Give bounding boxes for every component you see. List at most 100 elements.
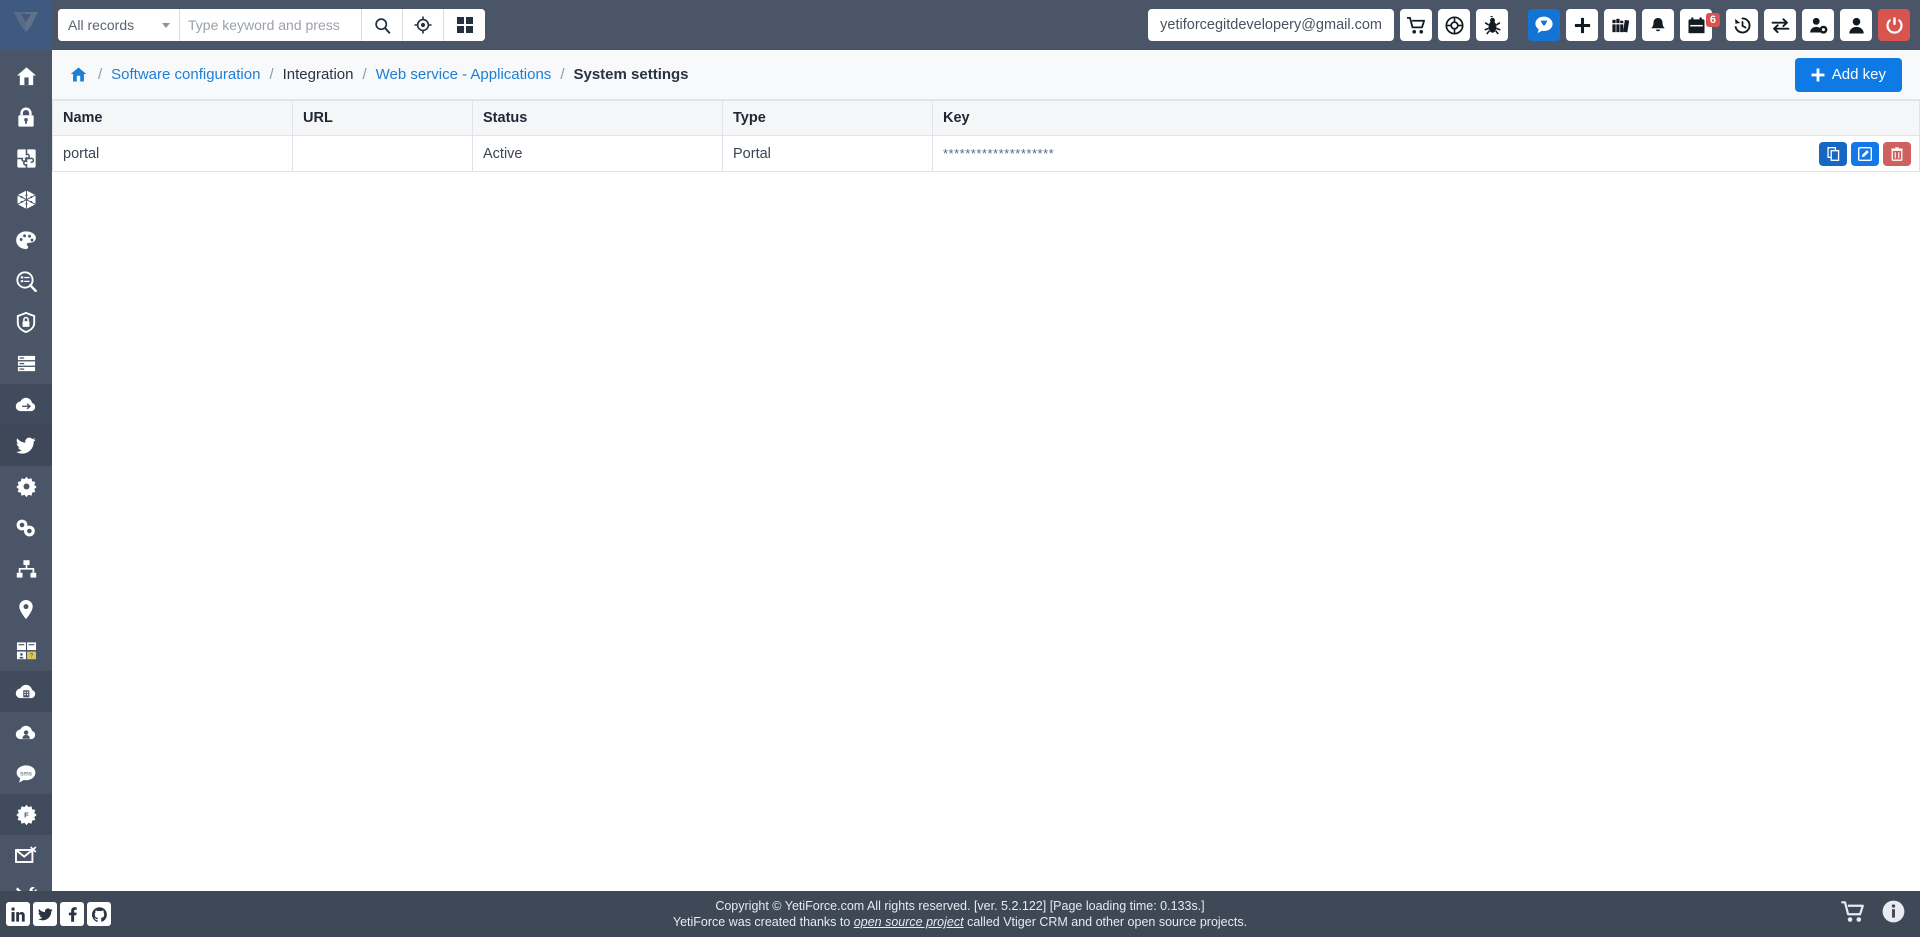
mail-config-icon [15, 846, 37, 863]
cell-type: Portal [722, 135, 933, 172]
sidebar-item-config[interactable]: F [0, 794, 52, 835]
svg-text:F: F [24, 810, 29, 819]
sidebar-item-appearance[interactable] [0, 220, 52, 261]
plus-icon [1574, 17, 1590, 33]
table-row[interactable]: portal Active Portal *******************… [52, 135, 1920, 172]
sidebar-item-cloud-user[interactable] [0, 712, 52, 753]
sidebar-item-hierarchy[interactable] [0, 548, 52, 589]
main-content: / Software configuration / Integration /… [52, 50, 1920, 891]
trash-icon [1891, 146, 1903, 161]
user-profile-button[interactable] [1840, 9, 1872, 41]
cloud-building-icon [15, 684, 35, 699]
column-header-status: Status [472, 100, 723, 136]
twitter-icon [16, 437, 36, 454]
delete-button[interactable] [1883, 141, 1911, 166]
crosshair-icon [414, 16, 432, 34]
sidebar-item-blocks[interactable] [0, 179, 52, 220]
gear-alt-icon: F [15, 804, 37, 825]
column-header-url: URL [292, 100, 473, 136]
lifebuoy-icon [1444, 15, 1464, 35]
notifications-button[interactable] [1642, 9, 1674, 41]
user-icon [1848, 17, 1864, 33]
applications-table: Name URL Status Type Key portal Active P… [52, 100, 1920, 172]
sidebar-item-permissions[interactable] [0, 302, 52, 343]
sidebar-item-settings[interactable] [0, 466, 52, 507]
breadcrumb-separator: / [362, 66, 367, 83]
edit-button[interactable] [1851, 141, 1879, 166]
cloud-sync-icon [15, 397, 35, 412]
breadcrumb-bar: / Software configuration / Integration /… [52, 50, 1920, 100]
breadcrumb-home-icon[interactable] [70, 66, 87, 83]
breadcrumb-item-software-configuration[interactable]: Software configuration [111, 66, 260, 83]
cart-icon [1406, 16, 1425, 34]
breadcrumb-item-web-service-applications[interactable]: Web service - Applications [376, 66, 552, 83]
sidebar-item-modules[interactable] [0, 138, 52, 179]
open-source-project-link[interactable]: open source project [854, 915, 964, 929]
copy-button[interactable] [1819, 141, 1847, 166]
cell-key: ******************** [932, 135, 1920, 172]
sitemap-icon [16, 559, 36, 578]
left-sidebar: ? sms F [0, 50, 52, 937]
add-key-label: Add key [1831, 66, 1886, 83]
logout-button[interactable] [1878, 9, 1910, 41]
sidebar-item-sync[interactable] [0, 384, 52, 425]
app-logo[interactable] [0, 0, 52, 50]
sidebar-item-mail[interactable] [0, 835, 52, 876]
add-record-button[interactable] [1566, 9, 1598, 41]
breadcrumb-separator: / [560, 66, 565, 83]
power-icon [1885, 16, 1903, 34]
search-icon [374, 17, 390, 34]
sidebar-item-twitter[interactable] [0, 425, 52, 466]
support-button[interactable] [1438, 9, 1470, 41]
yetiforce-logo-icon [14, 12, 38, 32]
knowledge-base-button[interactable] [1604, 9, 1636, 41]
calendar-button[interactable]: 6 [1680, 9, 1720, 41]
column-header-key: Key [932, 100, 1920, 136]
bug-report-button[interactable] [1476, 9, 1508, 41]
user-settings-button[interactable] [1802, 9, 1834, 41]
key-masked-value: ******************** [943, 145, 1055, 161]
exchange-icon [1771, 17, 1789, 33]
column-header-type: Type [722, 100, 933, 136]
search-submit-button[interactable] [362, 9, 403, 41]
header-actions: yetiforcegitdevelopery@gmail.com 6 [1148, 0, 1920, 50]
search-list-icon [15, 271, 37, 292]
sidebar-item-cloud-company[interactable] [0, 671, 52, 712]
table-header-row: Name URL Status Type Key [52, 100, 1920, 136]
sidebar-item-links[interactable] [0, 507, 52, 548]
breadcrumb-item-integration: Integration [282, 66, 354, 83]
sidebar-item-map[interactable] [0, 589, 52, 630]
transfer-button[interactable] [1764, 9, 1796, 41]
sidebar-item-sms[interactable]: sms [0, 753, 52, 794]
sms-icon: sms [16, 764, 36, 783]
footer-copyright: Copyright © YetiForce.com All rights res… [0, 898, 1920, 930]
sidebar-item-cards[interactable]: ? [0, 630, 52, 671]
global-search: All records [58, 9, 485, 41]
map-pin-icon [19, 599, 33, 620]
locate-button[interactable] [403, 9, 444, 41]
history-button[interactable] [1726, 9, 1758, 41]
cart-button[interactable] [1400, 9, 1432, 41]
sidebar-item-search[interactable] [0, 261, 52, 302]
user-settings-icon [1809, 17, 1827, 34]
search-input[interactable] [180, 9, 362, 41]
sidebar-item-database[interactable] [0, 343, 52, 384]
footer-line-2-post: called Vtiger CRM and other open source … [963, 915, 1248, 929]
books-icon [1611, 18, 1629, 32]
sidebar-item-home[interactable] [0, 56, 52, 97]
breadcrumb-separator: / [98, 66, 103, 83]
history-icon [1734, 17, 1750, 33]
add-key-button[interactable]: Add key [1794, 57, 1902, 92]
account-email[interactable]: yetiforcegitdevelopery@gmail.com [1148, 9, 1394, 41]
footer-line-1: Copyright © YetiForce.com All rights res… [715, 899, 1205, 913]
puzzle-icon [16, 149, 36, 168]
sidebar-item-security[interactable] [0, 97, 52, 138]
grid-view-button[interactable] [444, 9, 485, 41]
cell-name: portal [52, 135, 293, 172]
search-scope-select[interactable]: All records [58, 9, 180, 41]
cube-icon [16, 190, 36, 209]
chat-button[interactable] [1528, 9, 1560, 41]
calendar-badge: 6 [1705, 13, 1720, 27]
top-header-bar: All records Type keyword and press yetif… [0, 0, 1920, 50]
server-icon [17, 355, 35, 371]
